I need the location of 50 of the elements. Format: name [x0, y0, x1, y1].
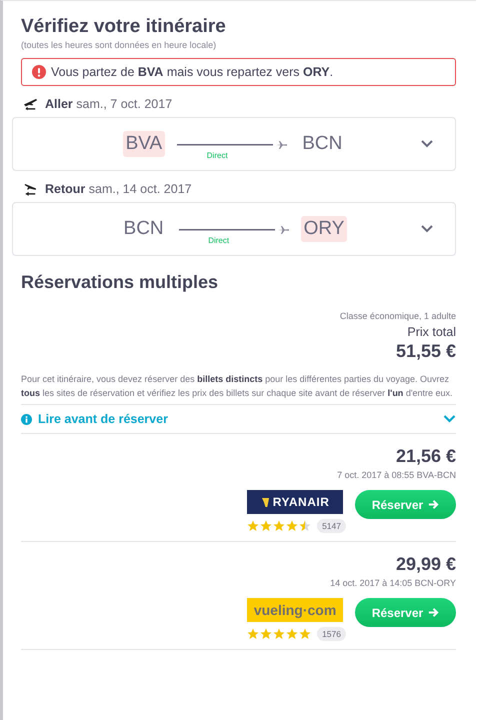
notice-text: Pour cet itinéraire, vous devez réserver des billets distincts pour les différentes parties du voyage. Ouvrez tous les sites de réservation et vérifiez les prix des billets sur chaque site avant de réserver l'un d'entre eux.: [21, 373, 454, 400]
direct-label: Direct: [208, 236, 230, 245]
chevron-icon[interactable]: [421, 140, 433, 148]
star-icon: [247, 520, 260, 532]
book-button[interactable]: Réserver: [355, 490, 456, 519]
warning-text: Vous partez de BVA mais vous repartez vers ORY.: [51, 65, 334, 79]
flight-leg-card[interactable]: BVA Direct BCN: [12, 117, 456, 171]
page-title: Vérifiez votre itinéraire: [21, 16, 227, 38]
total-price: 51,55 €: [396, 341, 456, 362]
direct-label: Direct: [206, 151, 228, 160]
fare-class: Classe économique, 1 adulte: [340, 311, 456, 321]
airline-logo: RYANAIR: [247, 490, 344, 514]
flight-leg-card[interactable]: BCN Direct ORY: [12, 202, 456, 256]
landing-plane-icon: [23, 181, 38, 196]
subtitle: (toutes les heures sont données en heure locale): [21, 40, 218, 50]
offer-details: 14 oct. 2017 à 14:05 BCN-ORY: [330, 578, 456, 588]
leg-heading: Aller sam., 7 oct. 2017: [45, 96, 172, 110]
airport-code: BCN: [301, 132, 344, 156]
route-arrow-icon: [178, 225, 289, 235]
offer-details: 7 oct. 2017 à 08:55 BVA-BCN: [337, 470, 456, 480]
star-icon: [286, 520, 298, 532]
read-before-toggle[interactable]: Lire avant de réserver: [21, 404, 456, 434]
star-icon: [299, 520, 312, 532]
warning-icon: [32, 65, 46, 79]
star-icon: [260, 628, 272, 640]
total-label: Prix total: [407, 325, 456, 339]
star-icon: [260, 520, 272, 532]
review-count[interactable]: 1576: [317, 627, 346, 641]
airport-code: BCN: [122, 217, 165, 241]
arrow-right-icon: [428, 607, 440, 618]
airport-code: BVA: [122, 131, 166, 157]
takeoff-plane-icon: [23, 96, 38, 111]
route-arrow-icon: [177, 140, 288, 150]
offer-price: 21,56 €: [396, 446, 456, 467]
section-title: Réservations multiples: [21, 272, 220, 293]
airline-logo: vueling·com: [247, 598, 344, 622]
info-icon: [21, 414, 32, 424]
book-button[interactable]: Réserver: [355, 598, 456, 627]
star-icon: [286, 628, 298, 640]
star-icon: [273, 520, 286, 532]
star-icon: [247, 628, 260, 640]
arrow-right-icon: [428, 499, 440, 510]
airport-code: ORY: [300, 216, 348, 242]
offer-price: 29,99 €: [396, 554, 456, 575]
chevron-icon[interactable]: [421, 225, 433, 233]
star-icon: [299, 628, 312, 640]
read-before-label: Lire avant de réserver: [38, 412, 169, 426]
star-icon: [273, 628, 286, 640]
leg-heading: Retour sam., 14 oct. 2017: [45, 182, 192, 196]
review-count[interactable]: 5147: [317, 519, 346, 533]
